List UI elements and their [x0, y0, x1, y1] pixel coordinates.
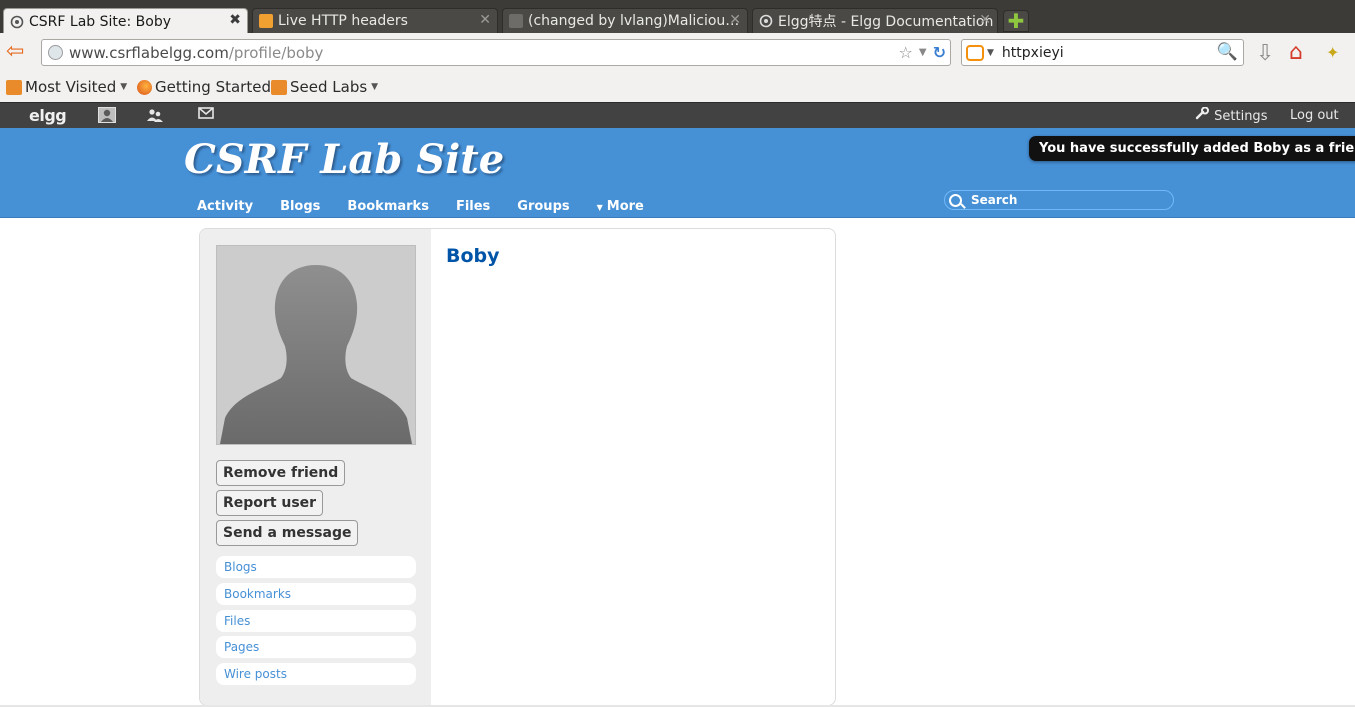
browser-tab-strip: CSRF Lab Site: Boby ✖ Live HTTP headers …	[0, 0, 1355, 34]
reload-icon[interactable]: ↻	[933, 43, 946, 62]
elgg-topbar: elgg Settings Log out	[0, 102, 1355, 128]
close-tab-icon[interactable]: ✖	[229, 12, 241, 28]
blank-page-icon	[509, 14, 523, 28]
search-placeholder: Search	[971, 193, 1018, 207]
site-name[interactable]: CSRF Lab Site	[184, 136, 504, 183]
owner-link-wire-posts[interactable]: Wire posts	[216, 663, 416, 685]
bookmark-most-visited[interactable]: Most Visited ▼	[6, 78, 127, 96]
system-message[interactable]: You have successfully added Boby as a fr…	[1029, 136, 1355, 161]
friends-icon[interactable]	[146, 107, 164, 123]
tab-title: (changed by lvlang)Maliciou…	[528, 13, 740, 29]
remove-friend-button[interactable]: Remove friend	[216, 460, 346, 486]
send-message-button[interactable]: Send a message	[216, 520, 359, 546]
bookmark-seed-labs[interactable]: Seed Labs ▼	[271, 78, 378, 96]
wrench-icon	[1195, 106, 1214, 124]
url-path: /profile/boby	[228, 43, 324, 62]
url-host: www.csrflabelgg.com	[69, 43, 229, 62]
bookmarks-toolbar: Most Visited ▼ Getting Started Seed Labs…	[0, 73, 1355, 102]
tab-title: Live HTTP headers	[278, 13, 408, 29]
search-input[interactable]: httpxieyi	[1002, 45, 1243, 61]
new-tab-button[interactable]: ✚	[1003, 10, 1029, 32]
owner-link-blogs[interactable]: Blogs	[216, 556, 416, 578]
report-user-button[interactable]: Report user	[216, 490, 324, 516]
bookmark-star-icon[interactable]: ☆	[899, 43, 913, 62]
chevron-down-icon[interactable]: ▼	[919, 47, 927, 58]
search-engine-icon[interactable]	[966, 44, 984, 61]
owner-link-pages[interactable]: Pages	[216, 636, 416, 658]
menu-item-activity[interactable]: Activity	[197, 199, 253, 214]
firefox-icon	[137, 79, 152, 95]
tab-live-http-headers[interactable]: Live HTTP headers ✕	[252, 8, 498, 33]
tab-malicious[interactable]: (changed by lvlang)Maliciou… ✕	[502, 8, 748, 33]
settings-link[interactable]: Settings	[1195, 106, 1267, 124]
chevron-down-icon[interactable]: ▼	[987, 48, 994, 58]
logout-link[interactable]: Log out	[1290, 108, 1339, 123]
site-menu: Activity Blogs Bookmarks Files Groups ▼ M…	[197, 199, 698, 214]
bookmark-getting-started[interactable]: Getting Started	[137, 78, 271, 96]
menu-item-bookmarks[interactable]: Bookmarks	[347, 199, 429, 214]
profile-name: Boby	[446, 245, 500, 267]
home-icon[interactable]: ⌂	[1289, 40, 1303, 65]
avatar[interactable]	[98, 107, 116, 123]
owner-link-files[interactable]: Files	[216, 610, 416, 632]
close-tab-icon[interactable]: ✕	[479, 12, 491, 28]
folder-icon	[271, 79, 287, 95]
site-header: CSRF Lab Site You have successfully adde…	[0, 128, 1355, 218]
profile-layout: Remove friend Report user Send a message…	[199, 228, 836, 706]
download-icon[interactable]: ⇩	[1256, 41, 1274, 66]
owner-link-bookmarks[interactable]: Bookmarks	[216, 583, 416, 605]
search-icon	[949, 193, 962, 207]
elgg-favicon-icon	[10, 15, 24, 29]
live-http-headers-icon	[259, 14, 273, 28]
chevron-down-icon: ▼	[371, 82, 379, 92]
globe-icon	[48, 45, 63, 60]
triangle-down-icon: ▼	[596, 203, 603, 212]
search-icon[interactable]: 🔍	[1217, 42, 1238, 62]
profile-avatar[interactable]	[216, 245, 416, 445]
elgg-favicon-icon	[759, 14, 773, 28]
menu-item-files[interactable]: Files	[456, 199, 490, 214]
chevron-down-icon: ▼	[120, 82, 128, 92]
url-bar[interactable]: www.csrflabelgg.com /profile/boby ☆ ▼ ↻	[41, 39, 951, 66]
web-search-bar[interactable]: ▼ httpxieyi 🔍	[961, 39, 1244, 66]
site-search-input[interactable]: Search	[944, 190, 1174, 210]
close-tab-icon[interactable]: ✕	[979, 12, 991, 28]
tab-csrf-lab-site[interactable]: CSRF Lab Site: Boby ✖	[3, 8, 248, 34]
elgg-logo[interactable]: elgg	[29, 106, 67, 125]
folder-icon	[6, 79, 22, 95]
tab-title: CSRF Lab Site: Boby	[29, 13, 171, 30]
extension-icon[interactable]: ✦	[1326, 43, 1339, 62]
owner-block: Remove friend Report user Send a message…	[200, 229, 431, 705]
menu-item-more[interactable]: ▼ More	[597, 199, 671, 214]
mail-icon[interactable]	[197, 107, 215, 123]
menu-item-groups[interactable]: Groups	[517, 199, 569, 214]
tab-elgg-documentation[interactable]: Elgg特点 - Elgg Documentation ✕	[752, 8, 998, 33]
menu-item-blogs[interactable]: Blogs	[280, 199, 320, 214]
tab-title: Elgg特点 - Elgg Documentation	[778, 14, 994, 30]
close-tab-icon[interactable]: ✕	[729, 12, 741, 28]
navigation-toolbar: ⇦ www.csrflabelgg.com /profile/boby ☆ ▼ …	[0, 33, 1355, 73]
back-arrow-icon[interactable]: ⇦	[6, 41, 24, 63]
